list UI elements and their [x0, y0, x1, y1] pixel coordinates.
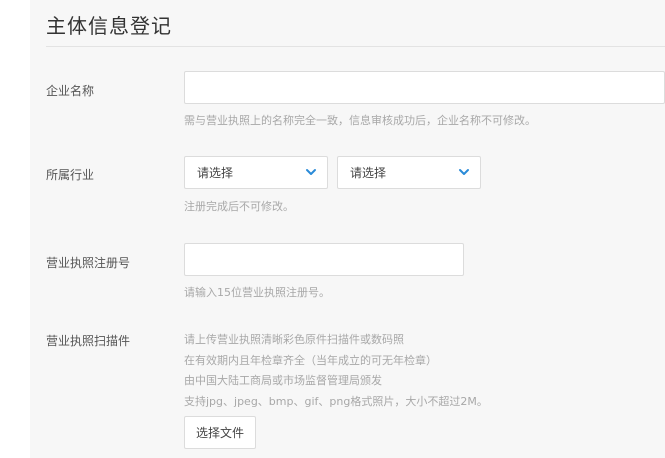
license-number-label: 营业执照注册号: [46, 256, 131, 270]
company-name-hint: 需与营业执照上的名称完全一致，信息审核成功后，企业名称不可修改。: [184, 114, 536, 127]
license-scan-label: 营业执照扫描件: [46, 334, 131, 348]
company-name-input[interactable]: [184, 71, 665, 104]
title-divider: [46, 46, 665, 47]
industry-select-primary[interactable]: 请选择: [184, 156, 328, 189]
requirement-line: 由中国大陆工商局或市场监督管理局颁发: [184, 374, 382, 387]
license-number-input[interactable]: [184, 243, 464, 276]
industry-label: 所属行业: [46, 168, 95, 182]
choose-file-button[interactable]: 选择文件: [184, 416, 256, 449]
registration-form: 主体信息登记 企业名称 需与营业执照上的名称完全一致，信息审核成功后，企业名称不…: [30, 0, 665, 458]
requirement-line: 在有效期内且年检章齐全（当年成立的可无年检章）: [184, 353, 437, 367]
license-number-hint: 请输入15位营业执照注册号。: [184, 286, 330, 299]
industry-select-secondary-value: 请选择: [350, 166, 387, 180]
industry-select-primary-value: 请选择: [197, 166, 234, 180]
industry-select-secondary[interactable]: 请选择: [337, 156, 481, 189]
company-name-label: 企业名称: [46, 84, 95, 98]
chevron-down-icon: [459, 169, 469, 175]
industry-hint: 注册完成后不可修改。: [184, 200, 294, 213]
requirement-line: 请上传营业执照清晰彩色原件扫描件或数码照: [184, 333, 404, 346]
requirement-line: 支持jpg、jpeg、bmp、gif、png格式照片，大小不超过2M。: [184, 394, 488, 408]
page-title: 主体信息登记: [46, 14, 172, 38]
chevron-down-icon: [306, 169, 316, 175]
license-scan-requirements: 请上传营业执照清晰彩色原件扫描件或数码照 在有效期内且年检章齐全（当年成立的可无…: [184, 330, 488, 412]
